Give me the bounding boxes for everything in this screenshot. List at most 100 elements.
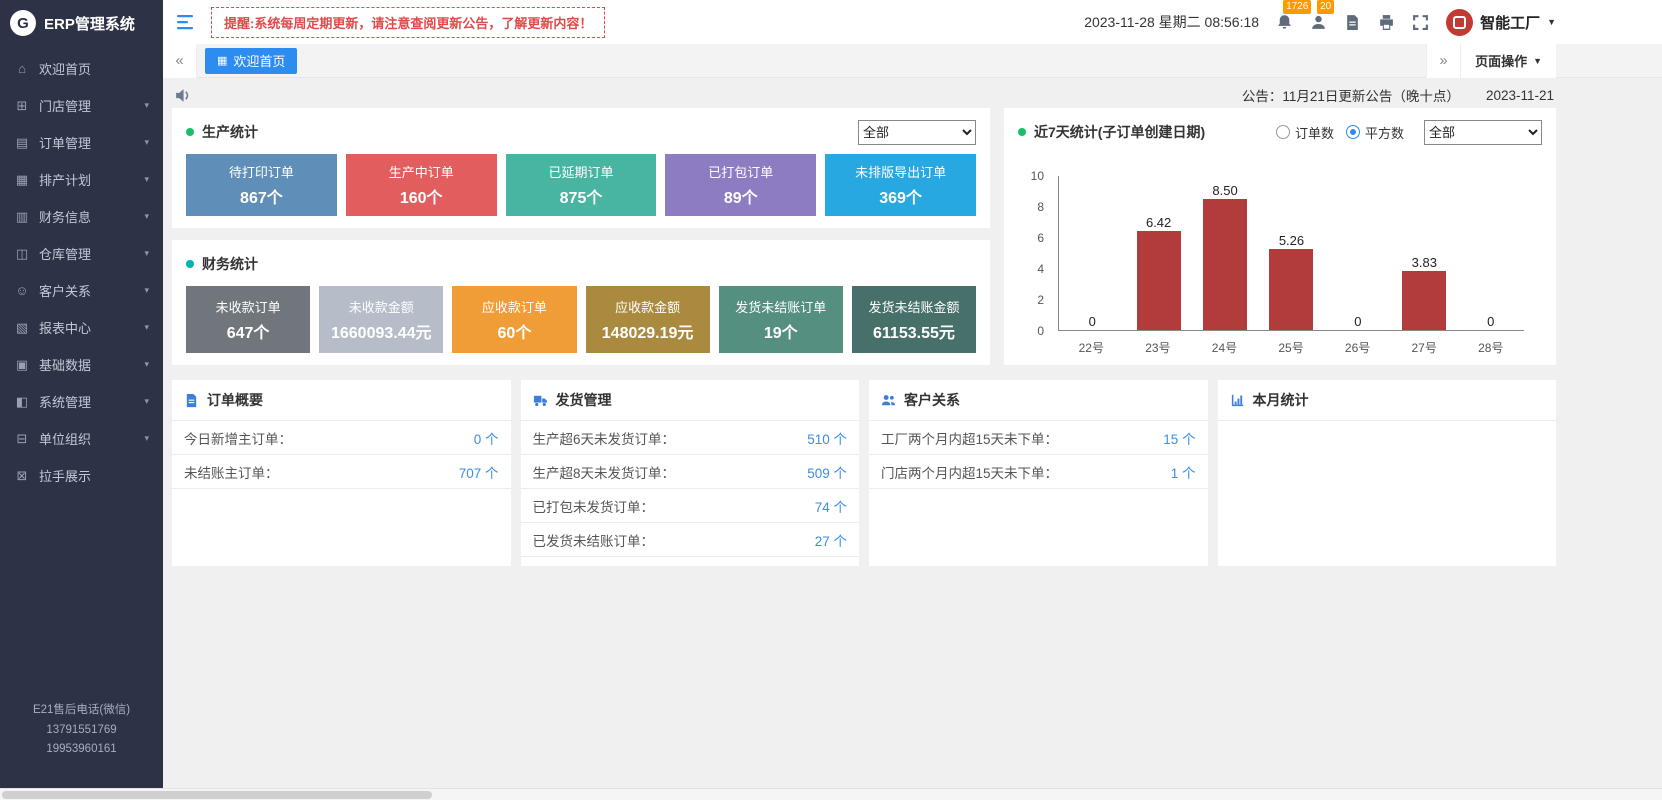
finance-stat-card[interactable]: 发货未结账金额61153.55元	[852, 286, 976, 353]
bar-value-label: 0	[1354, 314, 1361, 329]
stat-card-label: 发货未结账金额	[868, 297, 959, 316]
bar-group: 6.42	[1125, 176, 1191, 330]
sidebar-item-customers[interactable]: ☺客户关系▾	[0, 272, 163, 309]
production-stat-card[interactable]: 待打印订单867个	[186, 154, 337, 216]
bar-group: 8.50	[1192, 176, 1258, 330]
summary-row-label: 已发货未结账订单：	[533, 530, 655, 550]
system-icon: ◧	[14, 394, 30, 410]
sidebar-item-label: 排产计划	[39, 170, 91, 189]
sidebar-item-organization[interactable]: ⊟单位组织▾	[0, 420, 163, 457]
finance-stat-card[interactable]: 未收款订单647个	[186, 286, 310, 353]
topbar-right: 2023-11-28 星期二 08:56:18 1726 20 智能工厂 ▼	[1084, 9, 1556, 36]
x-tick-label: 23号	[1125, 333, 1192, 353]
sidebar-item-base-data[interactable]: ▣基础数据▾	[0, 346, 163, 383]
bar-chart: 0246810 06.428.505.2603.830 22号23号24号25号…	[1058, 160, 1536, 353]
stat-card-label: 应收款订单	[482, 297, 547, 316]
speaker-icon	[174, 87, 191, 104]
summary-row-value[interactable]: 707 个	[459, 462, 499, 482]
customers-icon: ☺	[14, 283, 30, 298]
support-phone-title: E21售后电话(微信)	[8, 701, 155, 721]
sidebar-item-label: 订单管理	[39, 133, 91, 152]
bar-group: 3.83	[1391, 176, 1457, 330]
radio-option[interactable]: 订单数	[1276, 123, 1334, 142]
x-tick-label: 24号	[1191, 333, 1258, 353]
sidebar-item-label: 仓库管理	[39, 244, 91, 263]
summary-row: 已发货未结账订单： 27 个	[521, 523, 860, 557]
y-tick-label: 2	[1037, 293, 1044, 307]
summary-row: 工厂两个月内超15天未下单：15 个	[869, 421, 1208, 455]
summary-row-value[interactable]: 0 个	[474, 428, 499, 448]
summary-row-label: 门店两个月内超15天未下单：	[881, 462, 1058, 482]
y-tick-label: 8	[1037, 200, 1044, 214]
summary-row-value[interactable]: 1 个	[1171, 462, 1196, 482]
sidebar-footer: E21售后电话(微信) 13791551769 19953960161	[0, 701, 163, 788]
chart-filter-select[interactable]: 全部	[1424, 120, 1542, 145]
stat-card-label: 已延期订单	[548, 162, 613, 181]
sidebar-item-orders[interactable]: ▤订单管理▾	[0, 124, 163, 161]
sidebar-toggle-icon[interactable]	[177, 14, 197, 30]
support-phone-1: 13791551769	[8, 721, 155, 741]
finance-stat-card[interactable]: 未收款金额1660093.44元	[319, 286, 443, 353]
radio-label: 平方数	[1365, 123, 1404, 142]
home-icon: ⌂	[14, 61, 30, 76]
support-phone-2: 19953960161	[8, 740, 155, 760]
production-filter-select[interactable]: 全部	[858, 120, 976, 145]
finance-stat-card[interactable]: 发货未结账订单19个	[719, 286, 843, 353]
chart-y-axis: 0246810	[1020, 176, 1052, 331]
fullscreen-icon[interactable]	[1412, 14, 1429, 31]
panel-title: 客户关系	[904, 390, 960, 410]
people-icon	[881, 393, 896, 408]
scrollbar-thumb[interactable]	[2, 791, 432, 799]
notifications-bell-icon[interactable]: 1726	[1276, 14, 1293, 31]
summary-row-value[interactable]: 510 个	[807, 428, 847, 448]
summary-row-value[interactable]: 27 个	[815, 530, 847, 550]
sidebar-item-store[interactable]: ⊞门店管理▾	[0, 87, 163, 124]
main-area: 提醒:系统每周定期更新，请注意查阅更新公告，了解更新内容！ 2023-11-28…	[163, 0, 1662, 788]
stat-card-label: 发货未结账订单	[735, 297, 826, 316]
summary-row-label: 生产超6天未发货订单：	[533, 428, 676, 448]
radio-icon	[1276, 125, 1290, 139]
summary-row-value[interactable]: 509 个	[807, 462, 847, 482]
sidebar-item-warehouse[interactable]: ◫仓库管理▾	[0, 235, 163, 272]
summary-row-value[interactable]: 74 个	[815, 496, 847, 516]
stat-card-value: 89个	[724, 184, 758, 208]
stat-card-label: 待打印订单	[229, 162, 294, 181]
topbar: 提醒:系统每周定期更新，请注意查阅更新公告，了解更新内容！ 2023-11-28…	[163, 0, 1662, 44]
chevron-down-icon: ▾	[144, 359, 149, 370]
sidebar-item-system[interactable]: ◧系统管理▾	[0, 383, 163, 420]
page-operations-button[interactable]: 页面操作 ▼	[1460, 44, 1556, 78]
chevron-down-icon: ▾	[144, 322, 149, 333]
sidebar-item-home[interactable]: ⌂欢迎首页	[0, 50, 163, 87]
sidebar-item-schedule[interactable]: ▦排产计划▾	[0, 161, 163, 198]
user-menu[interactable]: 智能工厂 ▼	[1446, 9, 1556, 36]
summary-row-value[interactable]: 15 个	[1163, 428, 1195, 448]
finance-stat-card[interactable]: 应收款金额148029.19元	[586, 286, 710, 353]
stat-card-value: 148029.19元	[602, 319, 694, 343]
production-stat-card[interactable]: 已打包订单89个	[665, 154, 816, 216]
summary-row: 未结账主订单： 707 个	[172, 455, 511, 489]
tabbar-right: » 页面操作 ▼	[1426, 44, 1556, 77]
horizontal-scrollbar[interactable]	[0, 788, 1662, 800]
sidebar-item-finance[interactable]: ▥财务信息▾	[0, 198, 163, 235]
chevron-down-icon: ▾	[144, 174, 149, 185]
tab-welcome-home[interactable]: ▦ 欢迎首页	[205, 48, 297, 74]
production-stat-card[interactable]: 未排版导出订单369个	[825, 154, 976, 216]
sidebar-item-reports[interactable]: ▧报表中心▾	[0, 309, 163, 346]
finance-stat-card[interactable]: 应收款订单60个	[452, 286, 576, 353]
summary-row: 门店两个月内超15天未下单： 1 个	[869, 455, 1208, 489]
bar	[1402, 271, 1446, 330]
chevron-down-icon: ▼	[1547, 17, 1556, 27]
chart-radio-group: 订单数 平方数	[1276, 123, 1404, 142]
main-content: 公告：11月21日更新公告（晚十点） 2023-11-21 生产统计	[163, 78, 1662, 788]
tabs-scroll-left-button[interactable]: «	[163, 44, 197, 78]
printer-icon[interactable]	[1378, 14, 1395, 31]
sidebar-item-handle-display[interactable]: ⊠拉手展示	[0, 457, 163, 494]
production-stat-card[interactable]: 已延期订单875个	[506, 154, 657, 216]
document-icon[interactable]	[1344, 14, 1361, 31]
user-messages-icon[interactable]: 20	[1310, 14, 1327, 31]
radio-option[interactable]: 平方数	[1346, 123, 1404, 142]
announcement-link[interactable]: 公告：11月21日更新公告（晚十点）	[1242, 85, 1460, 105]
production-stat-card[interactable]: 生产中订单160个	[346, 154, 497, 216]
summary-row-label: 未结账主订单：	[184, 462, 279, 482]
tabs-scroll-right-button[interactable]: »	[1426, 44, 1460, 78]
